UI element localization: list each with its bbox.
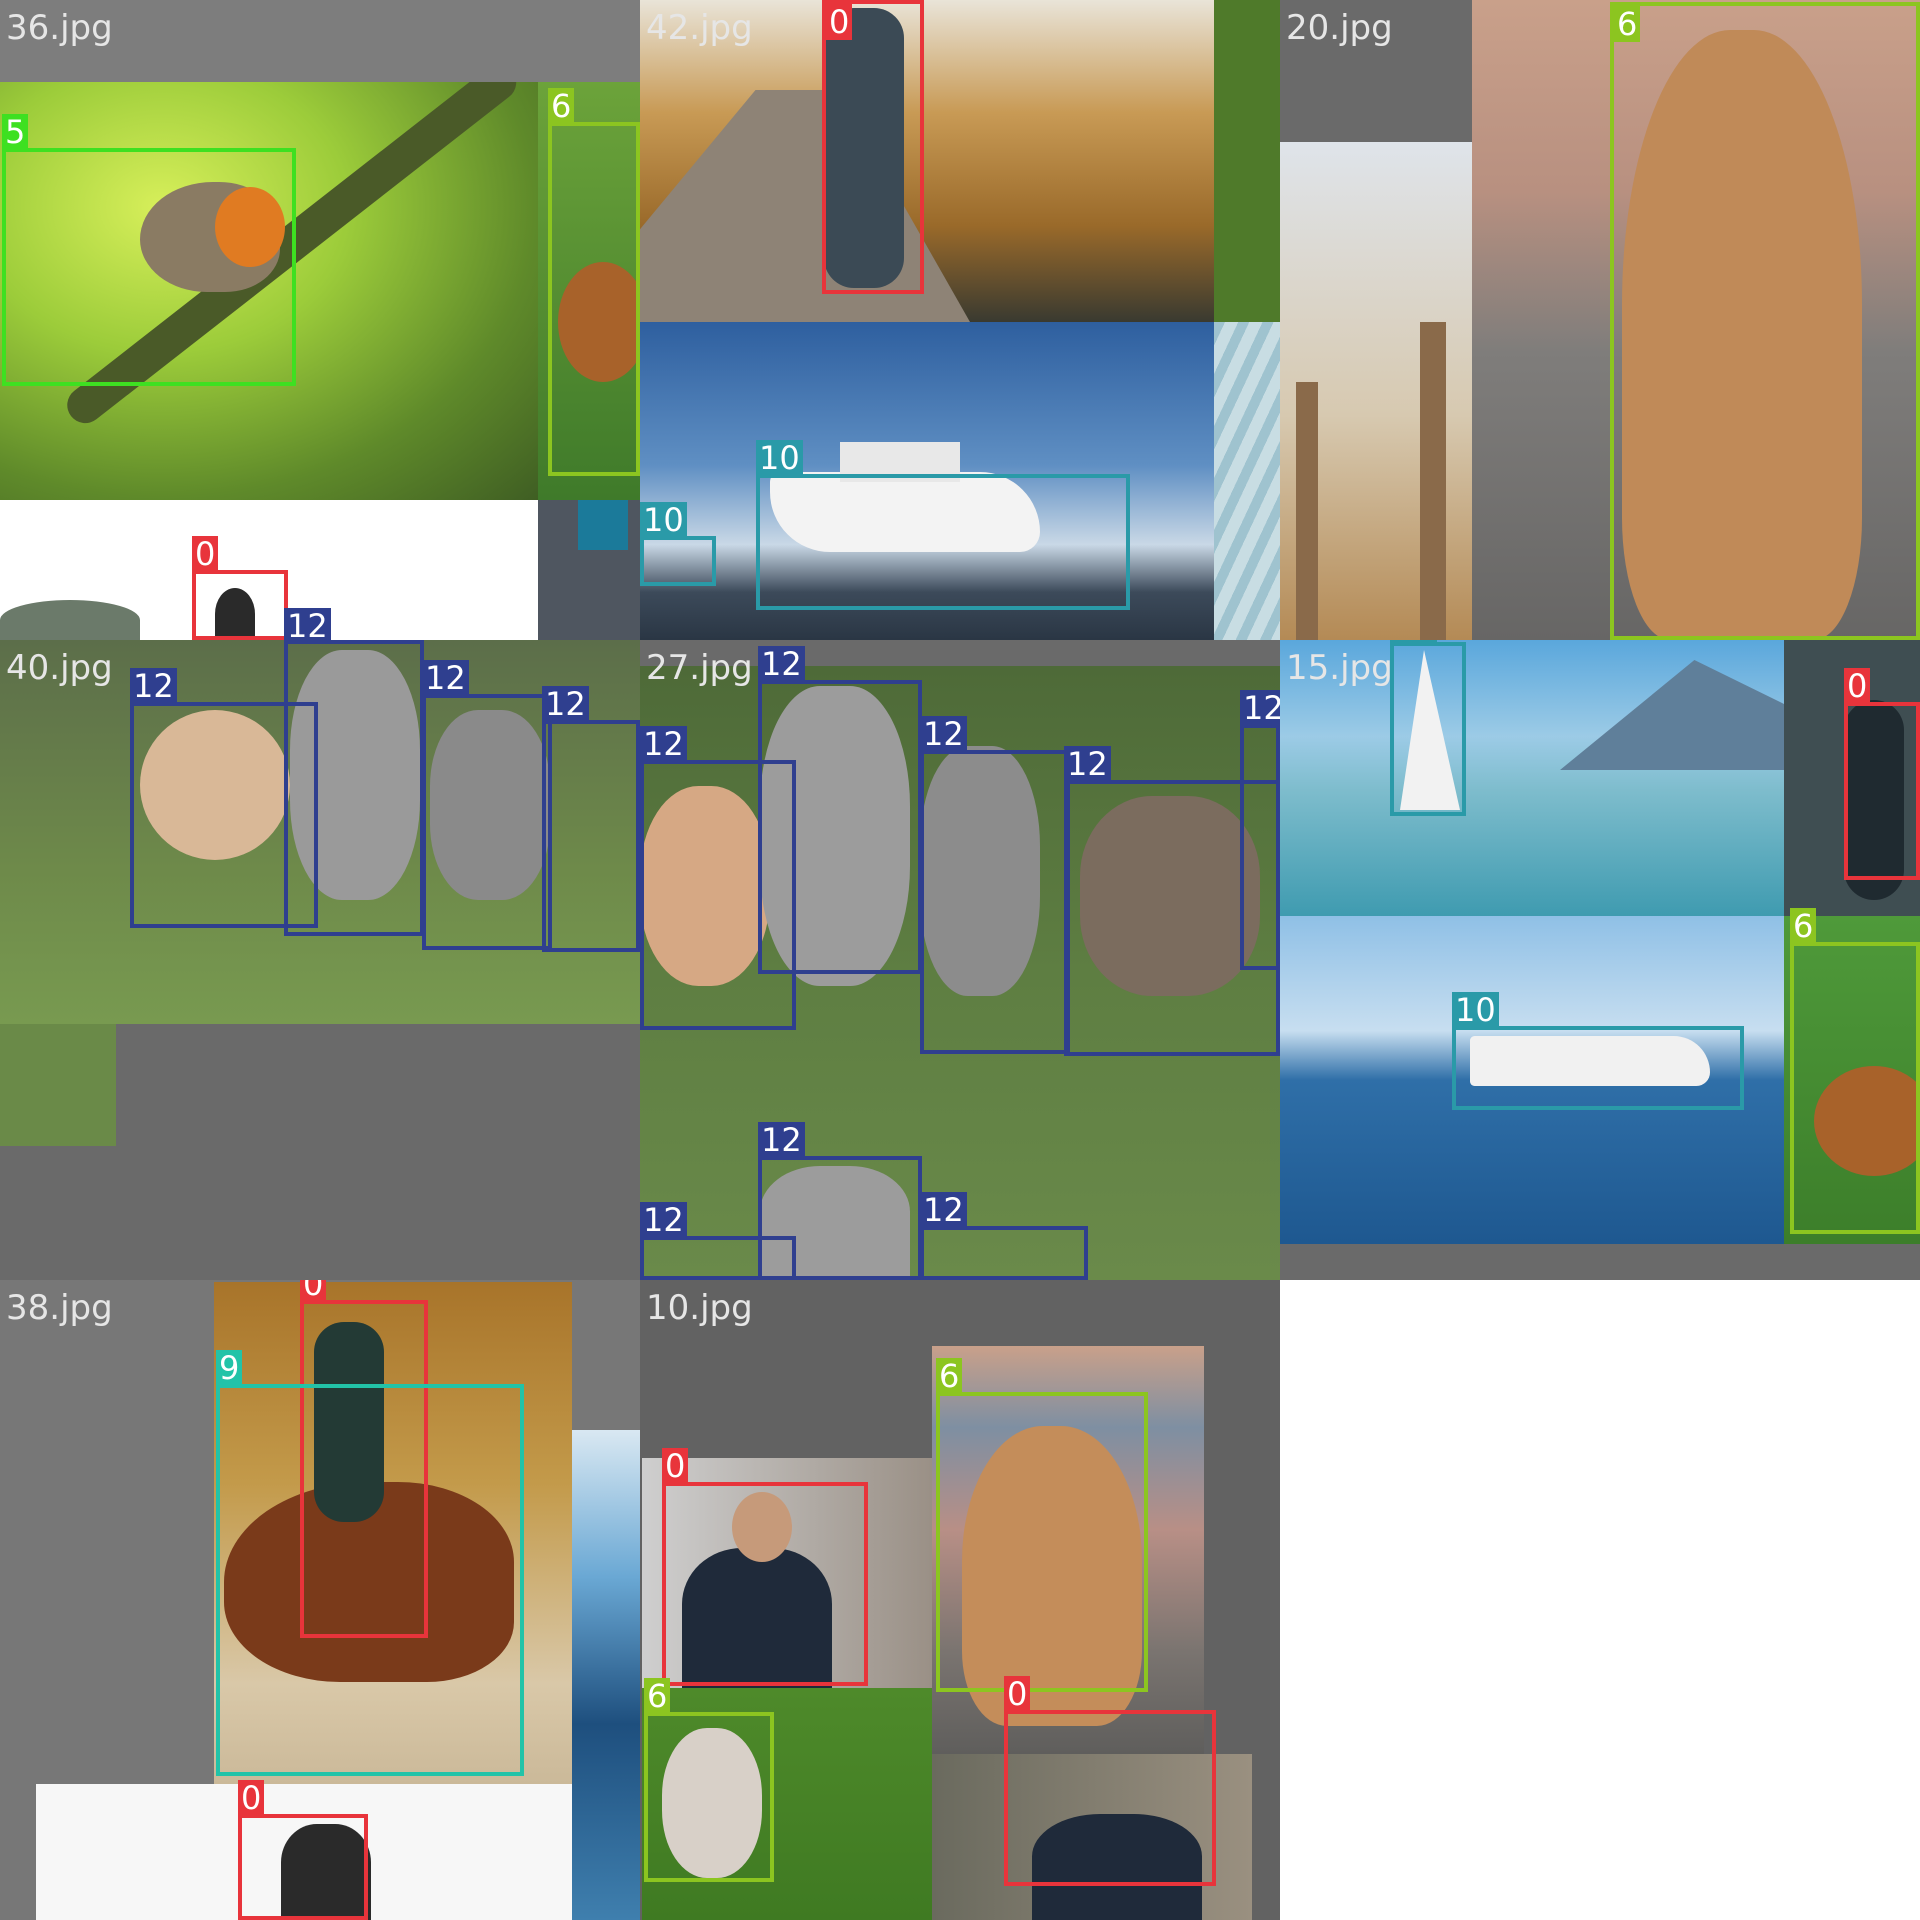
street-photo-strip bbox=[538, 500, 640, 640]
bbox-class-label: 12 bbox=[1064, 746, 1111, 782]
bbox-cat: 12 bbox=[920, 1192, 1088, 1280]
tile-filename: 38.jpg bbox=[6, 1288, 113, 1328]
glass-strip bbox=[1214, 322, 1280, 640]
bbox-person: 0 bbox=[192, 536, 288, 640]
bbox-class-label: 12 bbox=[640, 726, 687, 762]
bbox-boat: 10 bbox=[1452, 992, 1744, 1110]
grass-strip bbox=[0, 1024, 116, 1146]
bbox-class-label: 0 bbox=[192, 536, 219, 572]
bbox-class-label: 12 bbox=[640, 1202, 687, 1238]
bbox-boat: 10 bbox=[756, 440, 1130, 610]
bbox-dog: 6 bbox=[548, 88, 640, 476]
mosaic-tile-36: 36.jpg 5 6 0 12 bbox=[0, 0, 640, 640]
mosaic-tile-42: 42.jpg 0 10 10 bbox=[640, 0, 1280, 640]
bbox-boat: 10 bbox=[640, 502, 716, 586]
mosaic-tile-40: 40.jpg 12 12 12 bbox=[0, 640, 640, 1280]
bbox-class-label: 12 bbox=[284, 608, 331, 640]
bbox-class-label: 0 bbox=[300, 1280, 327, 1302]
bbox-dog: 6 bbox=[936, 1358, 1148, 1692]
tile-filename: 15.jpg bbox=[1286, 648, 1393, 688]
bbox-cat bbox=[284, 640, 424, 936]
bbox-horse: 9 bbox=[216, 1350, 524, 1776]
bbox-class-label: 6 bbox=[936, 1358, 963, 1394]
bbox-cat: 12 bbox=[640, 726, 796, 1030]
bbox-class-label: 0 bbox=[1004, 1676, 1031, 1712]
bbox-class-label: 0 bbox=[1844, 668, 1871, 704]
road-photo bbox=[640, 0, 1214, 322]
tile-filename: 40.jpg bbox=[6, 648, 113, 688]
bbox-cat: 12 bbox=[920, 716, 1070, 1054]
bbox-person: 0 bbox=[1844, 668, 1920, 880]
mosaic-tile-15: 15.jpg 10 0 10 6 bbox=[1280, 640, 1920, 1280]
mosaic-tile-10: 10.jpg 6 0 6 0 bbox=[640, 1280, 1280, 1920]
bbox-class-label: 6 bbox=[644, 1678, 671, 1714]
bbox-class-label: 12 bbox=[130, 668, 177, 704]
bbox-class-label: 10 bbox=[756, 440, 803, 476]
bbox-class-label: 10 bbox=[1390, 640, 1437, 644]
fence-photo bbox=[1280, 142, 1472, 640]
bbox-dog: 6 bbox=[1790, 908, 1920, 1234]
bbox-cat: 12 bbox=[422, 660, 552, 950]
bbox-class-label: 12 bbox=[758, 1122, 805, 1158]
bbox-person: 0 bbox=[662, 1448, 868, 1686]
bbox-class-label: 12 bbox=[1240, 690, 1280, 726]
bbox-person: 0 bbox=[822, 0, 924, 294]
mosaic-tile-20: 20.jpg 6 bbox=[1280, 0, 1920, 640]
bbox-class-label: 12 bbox=[542, 686, 589, 722]
tile-filename: 27.jpg bbox=[646, 648, 753, 688]
bbox-class-label: 12 bbox=[422, 660, 469, 696]
sea-strip bbox=[572, 1430, 640, 1920]
bbox-class-label: 6 bbox=[1614, 6, 1641, 42]
tile-filename: 20.jpg bbox=[1286, 8, 1393, 48]
bbox-class-label: 10 bbox=[640, 502, 687, 538]
bbox-class-label: 0 bbox=[238, 1780, 265, 1816]
bbox-cat: 12 bbox=[1240, 690, 1280, 970]
bbox-bird: 5 bbox=[2, 114, 296, 386]
bbox-cat: 12 bbox=[640, 1202, 796, 1280]
grass-strip bbox=[1214, 0, 1280, 322]
bbox-dog: 6 bbox=[644, 1678, 774, 1882]
bbox-cat: 12 bbox=[542, 686, 640, 952]
tile-filename: 36.jpg bbox=[6, 8, 113, 48]
bbox-class-label: 12 bbox=[920, 716, 967, 752]
bbox-class-label: 6 bbox=[1790, 908, 1817, 944]
bbox-class-label: 12 bbox=[758, 646, 805, 682]
mosaic-tile-38: 38.jpg 0 9 0 bbox=[0, 1280, 640, 1920]
bbox-person: 0 bbox=[238, 1780, 368, 1920]
bbox-class-label: 10 bbox=[1452, 992, 1499, 1028]
bbox-class-label: 0 bbox=[662, 1448, 689, 1484]
bbox-class-label: 5 bbox=[2, 114, 29, 150]
bbox-class-label: 9 bbox=[216, 1350, 243, 1386]
bbox-class-label: 12 bbox=[920, 1192, 967, 1228]
bbox-class-label: 6 bbox=[548, 88, 575, 124]
bbox-boat: 10 bbox=[1390, 640, 1466, 816]
bbox-dog: 6 bbox=[1610, 2, 1920, 640]
mosaic-tile-27: 27.jpg 12 12 12 12 12 12 12 12 bbox=[640, 640, 1280, 1280]
bbox-person: 0 bbox=[1004, 1676, 1216, 1886]
bbox-class-label: 0 bbox=[826, 4, 853, 40]
tile-filename: 42.jpg bbox=[646, 8, 753, 48]
tile-filename: 10.jpg bbox=[646, 1288, 753, 1328]
